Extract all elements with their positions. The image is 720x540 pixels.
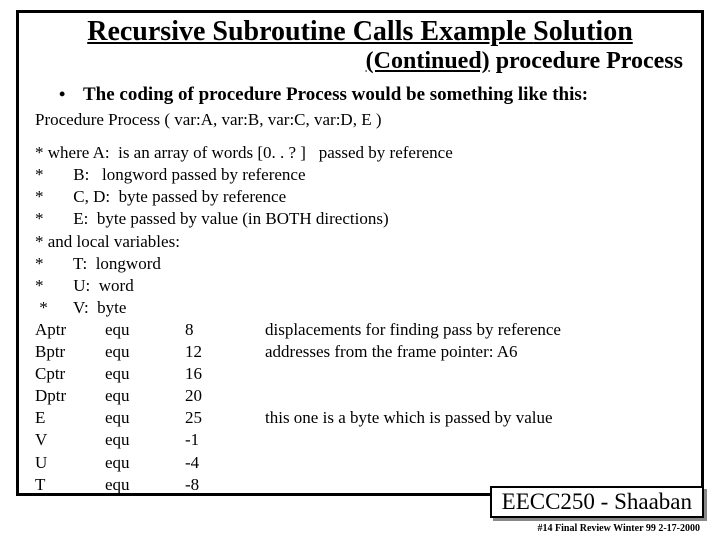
- slide-frame: Recursive Subroutine Calls Example Solut…: [16, 10, 704, 496]
- comment-line: * U: word: [35, 275, 689, 297]
- equ-kw: equ: [105, 363, 185, 385]
- equ-kw: equ: [105, 341, 185, 363]
- footer-box: EECC250 - Shaaban: [490, 486, 704, 518]
- equ-name: V: [35, 429, 105, 451]
- equ-name: U: [35, 452, 105, 474]
- equ-note: this one is a byte which is passed by va…: [265, 407, 689, 429]
- equ-kw: equ: [105, 452, 185, 474]
- equ-val: 16: [185, 363, 265, 385]
- equ-kw: equ: [105, 385, 185, 407]
- comment-block: * where A: is an array of words [0. . ? …: [31, 142, 689, 319]
- title-main: Recursive Subroutine Calls Example: [87, 16, 533, 47]
- comment-line: * E: byte passed by value (in BOTH direc…: [35, 208, 689, 230]
- comment-line: * and local variables:: [35, 231, 689, 253]
- equ-table: Aptr equ 8 displacements for finding pas…: [31, 319, 689, 496]
- equ-name: Aptr: [35, 319, 105, 341]
- equ-row: Dptr equ 20: [35, 385, 689, 407]
- bullet-row: • The coding of procedure Process would …: [31, 84, 689, 106]
- equ-val: 25: [185, 407, 265, 429]
- equ-val: -4: [185, 452, 265, 474]
- title-solution: Solution: [533, 16, 633, 47]
- equ-val: 20: [185, 385, 265, 407]
- equ-val: -1: [185, 429, 265, 451]
- equ-val: -8: [185, 474, 265, 496]
- bullet-text: The coding of procedure Process would be…: [83, 84, 588, 106]
- comment-line: * V: byte: [35, 297, 689, 319]
- title-continued: (Continued): [366, 48, 490, 74]
- title-proc: procedure Process: [490, 48, 683, 74]
- procedure-signature: Procedure Process ( var:A, var:B, var:C,…: [31, 110, 689, 130]
- equ-note: [265, 385, 689, 407]
- comment-line: * T: longword: [35, 253, 689, 275]
- equ-row: U equ -4: [35, 452, 689, 474]
- equ-row: V equ -1: [35, 429, 689, 451]
- equ-name: Cptr: [35, 363, 105, 385]
- equ-name: E: [35, 407, 105, 429]
- equ-val: 8: [185, 319, 265, 341]
- equ-name: T: [35, 474, 105, 496]
- title-line1: Recursive Subroutine Calls Example Solut…: [31, 17, 689, 48]
- equ-row: Cptr equ 16: [35, 363, 689, 385]
- title-line2: (Continued) procedure Process: [31, 48, 689, 74]
- equ-row: E equ 25 this one is a byte which is pas…: [35, 407, 689, 429]
- equ-kw: equ: [105, 474, 185, 496]
- equ-row: Bptr equ 12 addresses from the frame poi…: [35, 341, 689, 363]
- comment-line: * where A: is an array of words [0. . ? …: [35, 142, 689, 164]
- equ-name: Bptr: [35, 341, 105, 363]
- equ-note: displacements for finding pass by refere…: [265, 319, 689, 341]
- footer-note: #14 Final Review Winter 99 2-17-2000: [538, 523, 701, 534]
- equ-row: Aptr equ 8 displacements for finding pas…: [35, 319, 689, 341]
- equ-name: Dptr: [35, 385, 105, 407]
- equ-val: 12: [185, 341, 265, 363]
- equ-note: addresses from the frame pointer: A6: [265, 341, 689, 363]
- comment-line: * C, D: byte passed by reference: [35, 186, 689, 208]
- equ-kw: equ: [105, 319, 185, 341]
- equ-kw: equ: [105, 407, 185, 429]
- bullet-dot: •: [59, 84, 83, 106]
- comment-line: * B: longword passed by reference: [35, 164, 689, 186]
- equ-note: [265, 429, 689, 451]
- equ-note: [265, 363, 689, 385]
- equ-note: [265, 452, 689, 474]
- equ-kw: equ: [105, 429, 185, 451]
